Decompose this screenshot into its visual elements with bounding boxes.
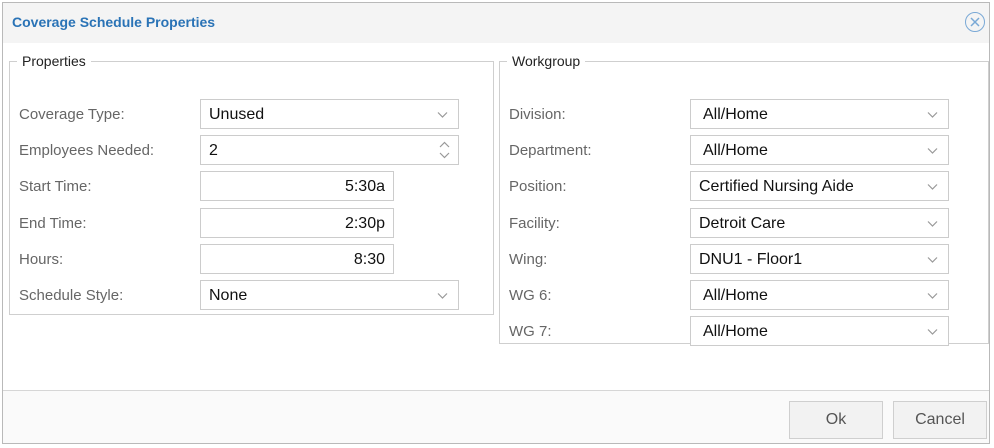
position-label: Position: bbox=[509, 178, 567, 195]
close-button[interactable] bbox=[965, 12, 985, 32]
chevron-down-icon bbox=[927, 293, 938, 299]
position-select[interactable]: Certified Nursing Aide bbox=[690, 171, 949, 201]
coverage-type-value: Unused bbox=[209, 106, 265, 123]
wg6-value: All/Home bbox=[703, 287, 768, 304]
dialog-footer: Ok Cancel bbox=[3, 391, 989, 443]
schedule-style-select[interactable]: None bbox=[200, 280, 459, 310]
employees-needed-label: Employees Needed: bbox=[19, 142, 155, 159]
wing-row: Wing: DNU1 - Floor1 bbox=[509, 244, 979, 274]
workgroup-legend: Workgroup bbox=[512, 53, 581, 69]
employees-needed-stepper[interactable]: 2 bbox=[200, 135, 459, 165]
department-label: Department: bbox=[509, 142, 592, 159]
facility-row: Facility: Detroit Care bbox=[509, 208, 979, 238]
dialog-title: Coverage Schedule Properties bbox=[12, 14, 216, 30]
properties-group: Properties Coverage Type: Unused Employe… bbox=[9, 53, 494, 315]
end-time-label: End Time: bbox=[19, 215, 87, 232]
start-time-value: 5:30a bbox=[344, 178, 385, 195]
hours-row: Hours: 8:30 bbox=[19, 244, 479, 274]
chevron-down-icon bbox=[927, 112, 938, 118]
division-row: Division: All/Home bbox=[509, 99, 979, 129]
department-select[interactable]: All/Home bbox=[690, 135, 949, 165]
chevron-down-icon bbox=[927, 329, 938, 335]
coverage-type-row: Coverage Type: Unused bbox=[19, 99, 479, 129]
start-time-row: Start Time: 5:30a bbox=[19, 171, 479, 201]
ok-button[interactable]: Ok bbox=[789, 401, 883, 439]
employees-needed-value: 2 bbox=[209, 142, 218, 159]
department-value: All/Home bbox=[703, 142, 768, 159]
coverage-type-label: Coverage Type: bbox=[19, 106, 125, 123]
hours-value: 8:30 bbox=[353, 251, 385, 268]
wg7-select[interactable]: All/Home bbox=[690, 316, 949, 346]
division-value: All/Home bbox=[703, 106, 768, 123]
schedule-style-label: Schedule Style: bbox=[19, 287, 124, 304]
schedule-style-row: Schedule Style: None bbox=[19, 280, 479, 310]
close-icon bbox=[970, 17, 980, 27]
chevron-down-icon bbox=[437, 293, 448, 299]
wg6-row: WG 6: All/Home bbox=[509, 280, 979, 310]
wg7-value: All/Home bbox=[703, 323, 768, 340]
workgroup-group: Workgroup Division: All/Home Department:… bbox=[499, 53, 989, 346]
coverage-schedule-dialog: Coverage Schedule Properties Properties … bbox=[2, 2, 990, 444]
division-label: Division: bbox=[509, 106, 566, 123]
position-row: Position: Certified Nursing Aide bbox=[509, 171, 979, 201]
chevron-down-icon bbox=[437, 112, 448, 118]
chevron-down-icon bbox=[927, 257, 938, 263]
division-select[interactable]: All/Home bbox=[690, 99, 949, 129]
facility-select[interactable]: Detroit Care bbox=[690, 208, 949, 238]
dialog-titlebar: Coverage Schedule Properties bbox=[3, 3, 989, 43]
start-time-label: Start Time: bbox=[19, 178, 92, 195]
start-time-input[interactable]: 5:30a bbox=[200, 171, 394, 201]
hours-input[interactable]: 8:30 bbox=[200, 244, 394, 274]
department-row: Department: All/Home bbox=[509, 135, 979, 165]
facility-value: Detroit Care bbox=[699, 215, 786, 232]
facility-label: Facility: bbox=[509, 215, 560, 232]
end-time-value: 2:30p bbox=[344, 215, 385, 232]
wing-value: DNU1 - Floor1 bbox=[699, 251, 803, 268]
chevron-down-icon bbox=[927, 184, 938, 190]
stepper-arrows-icon[interactable] bbox=[439, 139, 450, 161]
position-value: Certified Nursing Aide bbox=[699, 178, 854, 195]
wg6-label: WG 6: bbox=[509, 287, 552, 304]
properties-legend: Properties bbox=[22, 53, 86, 69]
wing-select[interactable]: DNU1 - Floor1 bbox=[690, 244, 949, 274]
chevron-down-icon bbox=[927, 148, 938, 154]
end-time-input[interactable]: 2:30p bbox=[200, 208, 394, 238]
cancel-button[interactable]: Cancel bbox=[893, 401, 987, 439]
wing-label: Wing: bbox=[509, 251, 548, 268]
coverage-type-select[interactable]: Unused bbox=[200, 99, 459, 129]
employees-needed-row: Employees Needed: 2 bbox=[19, 135, 479, 165]
chevron-down-icon bbox=[927, 221, 938, 227]
wg6-select[interactable]: All/Home bbox=[690, 280, 949, 310]
wg7-label: WG 7: bbox=[509, 323, 552, 340]
hours-label: Hours: bbox=[19, 251, 64, 268]
schedule-style-value: None bbox=[209, 287, 248, 304]
end-time-row: End Time: 2:30p bbox=[19, 208, 479, 238]
wg7-row: WG 7: All/Home bbox=[509, 316, 979, 346]
